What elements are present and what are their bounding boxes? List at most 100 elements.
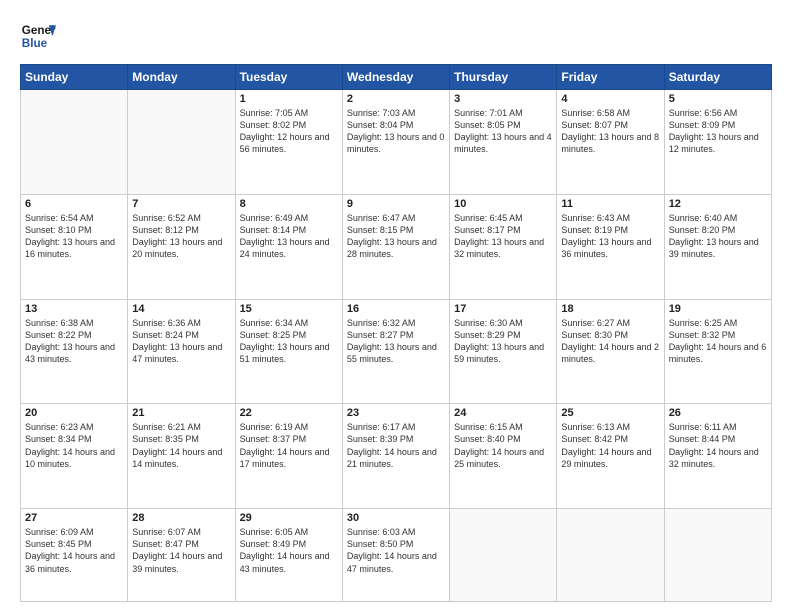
calendar-cell: 21Sunrise: 6:21 AM Sunset: 8:35 PM Dayli… bbox=[128, 404, 235, 509]
calendar-cell: 27 Sunrise: 6:09 AM Sunset: 8:45 PM Dayli… bbox=[21, 509, 128, 602]
calendar-cell: 13 Sunrise: 6:38 AM Sunset: 8:22 PM Dayli… bbox=[21, 299, 128, 404]
calendar-cell bbox=[450, 509, 557, 602]
logo: General Blue bbox=[20, 18, 56, 54]
day-info: Sunrise: 6:54 AM Sunset: 8:10 PM Dayligh… bbox=[25, 212, 123, 261]
calendar-cell: 4 Sunrise: 6:58 AM Sunset: 8:07 PM Daylig… bbox=[557, 90, 664, 195]
calendar-cell: 1 Sunrise: 7:05 AM Sunset: 8:02 PM Daylig… bbox=[235, 90, 342, 195]
day-number: 3 bbox=[454, 93, 552, 105]
weekday-wednesday: Wednesday bbox=[342, 65, 449, 90]
day-info: Sunrise: 6:34 AM Sunset: 8:25 PM Dayligh… bbox=[240, 317, 338, 366]
day-info: Sunrise: 6:23 AM Sunset: 8:34 PM Dayligh… bbox=[25, 421, 123, 470]
day-info: Sunrise: 6:58 AM Sunset: 8:07 PM Dayligh… bbox=[561, 107, 659, 156]
weekday-friday: Friday bbox=[557, 65, 664, 90]
calendar-cell: 29 Sunrise: 6:05 AM Sunset: 8:49 PM Dayli… bbox=[235, 509, 342, 602]
day-number: 4 bbox=[561, 93, 659, 105]
day-info: Sunrise: 7:01 AM Sunset: 8:05 PM Dayligh… bbox=[454, 107, 552, 156]
day-info: Sunrise: 6:30 AM Sunset: 8:29 PM Dayligh… bbox=[454, 317, 552, 366]
day-info: Sunrise: 6:19 AM Sunset: 8:37 PM Dayligh… bbox=[240, 421, 338, 470]
calendar-cell: 24 Sunrise: 6:15 AM Sunset: 8:40 PM Dayli… bbox=[450, 404, 557, 509]
day-number: 18 bbox=[561, 303, 659, 315]
day-info: Sunrise: 6:17 AM Sunset: 8:39 PM Dayligh… bbox=[347, 421, 445, 470]
calendar-cell: 2Sunrise: 7:03 AM Sunset: 8:04 PM Daylig… bbox=[342, 90, 449, 195]
calendar-cell: 26Sunrise: 6:11 AM Sunset: 8:44 PM Dayli… bbox=[664, 404, 771, 509]
weekday-saturday: Saturday bbox=[664, 65, 771, 90]
day-number: 22 bbox=[240, 407, 338, 419]
calendar-cell: 5 Sunrise: 6:56 AM Sunset: 8:09 PM Daylig… bbox=[664, 90, 771, 195]
day-number: 25 bbox=[561, 407, 659, 419]
page: General Blue SundayMondayTuesdayWednesda… bbox=[0, 0, 792, 612]
calendar-cell: 12 Sunrise: 6:40 AM Sunset: 8:20 PM Dayli… bbox=[664, 194, 771, 299]
day-number: 15 bbox=[240, 303, 338, 315]
calendar-cell: 11Sunrise: 6:43 AM Sunset: 8:19 PM Dayli… bbox=[557, 194, 664, 299]
day-number: 8 bbox=[240, 198, 338, 210]
weekday-sunday: Sunday bbox=[21, 65, 128, 90]
day-number: 17 bbox=[454, 303, 552, 315]
calendar-cell: 9Sunrise: 6:47 AM Sunset: 8:15 PM Daylig… bbox=[342, 194, 449, 299]
day-info: Sunrise: 6:40 AM Sunset: 8:20 PM Dayligh… bbox=[669, 212, 767, 261]
day-number: 6 bbox=[25, 198, 123, 210]
calendar-cell: 25Sunrise: 6:13 AM Sunset: 8:42 PM Dayli… bbox=[557, 404, 664, 509]
day-number: 23 bbox=[347, 407, 445, 419]
calendar-cell: 22 Sunrise: 6:19 AM Sunset: 8:37 PM Dayli… bbox=[235, 404, 342, 509]
day-info: Sunrise: 6:25 AM Sunset: 8:32 PM Dayligh… bbox=[669, 317, 767, 366]
svg-text:Blue: Blue bbox=[22, 37, 48, 50]
header: General Blue bbox=[20, 18, 772, 54]
calendar-cell: 16 Sunrise: 6:32 AM Sunset: 8:27 PM Dayli… bbox=[342, 299, 449, 404]
calendar-cell bbox=[557, 509, 664, 602]
weekday-header-row: SundayMondayTuesdayWednesdayThursdayFrid… bbox=[21, 65, 772, 90]
calendar-week-3: 13 Sunrise: 6:38 AM Sunset: 8:22 PM Dayli… bbox=[21, 299, 772, 404]
day-info: Sunrise: 6:52 AM Sunset: 8:12 PM Dayligh… bbox=[132, 212, 230, 261]
day-info: Sunrise: 6:38 AM Sunset: 8:22 PM Dayligh… bbox=[25, 317, 123, 366]
day-info: Sunrise: 7:03 AM Sunset: 8:04 PM Dayligh… bbox=[347, 107, 445, 156]
day-number: 12 bbox=[669, 198, 767, 210]
day-info: Sunrise: 6:05 AM Sunset: 8:49 PM Dayligh… bbox=[240, 526, 338, 575]
calendar-week-1: 1 Sunrise: 7:05 AM Sunset: 8:02 PM Daylig… bbox=[21, 90, 772, 195]
day-info: Sunrise: 6:49 AM Sunset: 8:14 PM Dayligh… bbox=[240, 212, 338, 261]
day-info: Sunrise: 6:03 AM Sunset: 8:50 PM Dayligh… bbox=[347, 526, 445, 575]
calendar-cell: 10 Sunrise: 6:45 AM Sunset: 8:17 PM Dayli… bbox=[450, 194, 557, 299]
calendar-cell: 23 Sunrise: 6:17 AM Sunset: 8:39 PM Dayli… bbox=[342, 404, 449, 509]
calendar-cell bbox=[664, 509, 771, 602]
day-number: 5 bbox=[669, 93, 767, 105]
day-number: 27 bbox=[25, 512, 123, 524]
day-info: Sunrise: 6:45 AM Sunset: 8:17 PM Dayligh… bbox=[454, 212, 552, 261]
day-info: Sunrise: 7:05 AM Sunset: 8:02 PM Dayligh… bbox=[240, 107, 338, 156]
day-info: Sunrise: 6:15 AM Sunset: 8:40 PM Dayligh… bbox=[454, 421, 552, 470]
day-info: Sunrise: 6:27 AM Sunset: 8:30 PM Dayligh… bbox=[561, 317, 659, 366]
day-info: Sunrise: 6:21 AM Sunset: 8:35 PM Dayligh… bbox=[132, 421, 230, 470]
weekday-monday: Monday bbox=[128, 65, 235, 90]
calendar-week-5: 27 Sunrise: 6:09 AM Sunset: 8:45 PM Dayli… bbox=[21, 509, 772, 602]
day-number: 30 bbox=[347, 512, 445, 524]
calendar-cell: 30 Sunrise: 6:03 AM Sunset: 8:50 PM Dayli… bbox=[342, 509, 449, 602]
day-number: 29 bbox=[240, 512, 338, 524]
day-number: 10 bbox=[454, 198, 552, 210]
calendar-cell: 8 Sunrise: 6:49 AM Sunset: 8:14 PM Daylig… bbox=[235, 194, 342, 299]
calendar-cell: 19Sunrise: 6:25 AM Sunset: 8:32 PM Dayli… bbox=[664, 299, 771, 404]
day-info: Sunrise: 6:11 AM Sunset: 8:44 PM Dayligh… bbox=[669, 421, 767, 470]
day-number: 9 bbox=[347, 198, 445, 210]
weekday-thursday: Thursday bbox=[450, 65, 557, 90]
day-info: Sunrise: 6:07 AM Sunset: 8:47 PM Dayligh… bbox=[132, 526, 230, 575]
calendar-cell: 6 Sunrise: 6:54 AM Sunset: 8:10 PM Daylig… bbox=[21, 194, 128, 299]
calendar-cell bbox=[21, 90, 128, 195]
day-number: 1 bbox=[240, 93, 338, 105]
day-number: 13 bbox=[25, 303, 123, 315]
weekday-tuesday: Tuesday bbox=[235, 65, 342, 90]
day-number: 28 bbox=[132, 512, 230, 524]
logo-icon: General Blue bbox=[20, 18, 56, 54]
day-number: 7 bbox=[132, 198, 230, 210]
day-number: 14 bbox=[132, 303, 230, 315]
day-info: Sunrise: 6:56 AM Sunset: 8:09 PM Dayligh… bbox=[669, 107, 767, 156]
calendar-cell: 20Sunrise: 6:23 AM Sunset: 8:34 PM Dayli… bbox=[21, 404, 128, 509]
day-number: 24 bbox=[454, 407, 552, 419]
calendar-cell: 18 Sunrise: 6:27 AM Sunset: 8:30 PM Dayli… bbox=[557, 299, 664, 404]
day-number: 11 bbox=[561, 198, 659, 210]
day-info: Sunrise: 6:32 AM Sunset: 8:27 PM Dayligh… bbox=[347, 317, 445, 366]
day-info: Sunrise: 6:09 AM Sunset: 8:45 PM Dayligh… bbox=[25, 526, 123, 575]
calendar-cell: 7 Sunrise: 6:52 AM Sunset: 8:12 PM Daylig… bbox=[128, 194, 235, 299]
calendar-cell bbox=[128, 90, 235, 195]
calendar-week-4: 20Sunrise: 6:23 AM Sunset: 8:34 PM Dayli… bbox=[21, 404, 772, 509]
calendar-table: SundayMondayTuesdayWednesdayThursdayFrid… bbox=[20, 64, 772, 602]
day-number: 16 bbox=[347, 303, 445, 315]
calendar-week-2: 6 Sunrise: 6:54 AM Sunset: 8:10 PM Daylig… bbox=[21, 194, 772, 299]
